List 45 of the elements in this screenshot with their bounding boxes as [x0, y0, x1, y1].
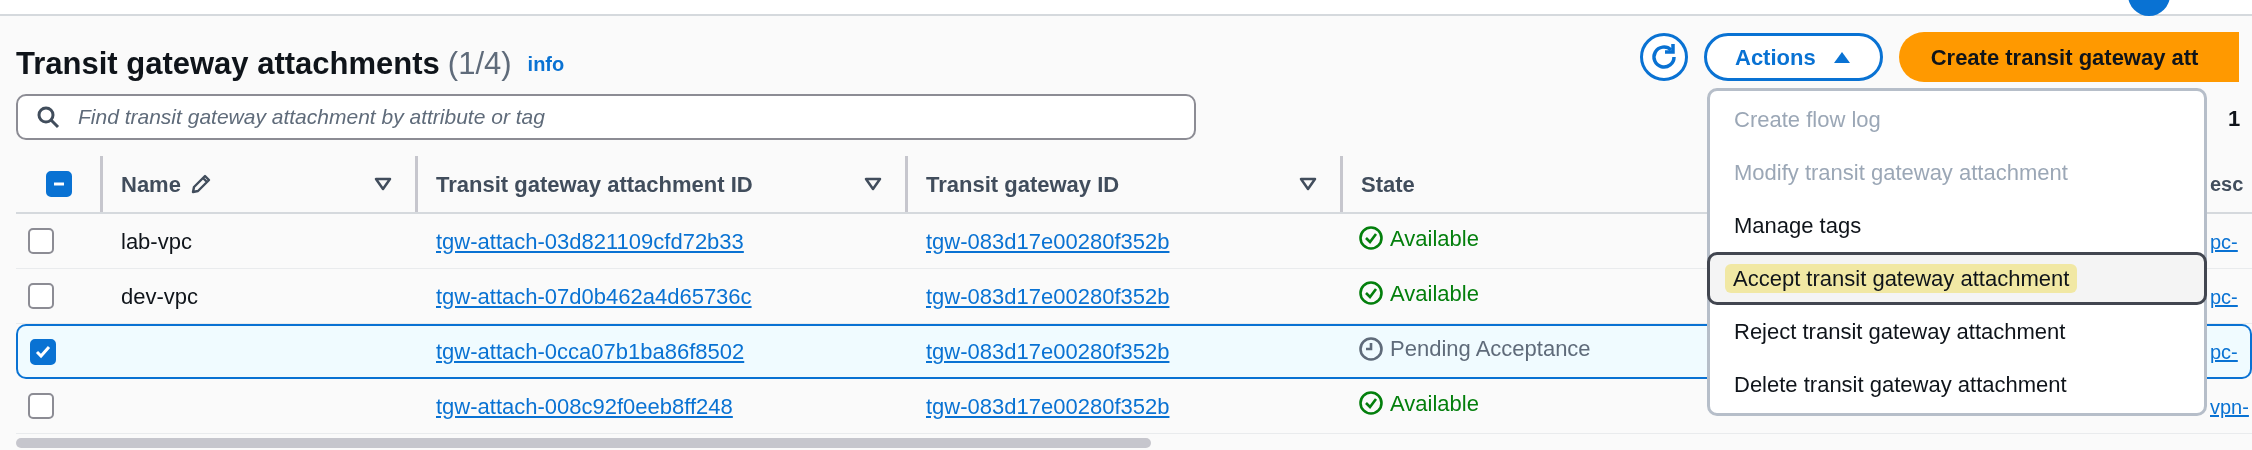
name-cell: dev-vpc: [121, 283, 199, 309]
status-text: Available: [1390, 279, 1479, 308]
check-circle-icon: [1358, 225, 1384, 252]
gateway-link[interactable]: tgw-083d17e00280f352b: [926, 283, 1170, 309]
gateway-link[interactable]: tgw-083d17e00280f352b: [926, 228, 1170, 254]
status-text: Available: [1390, 389, 1479, 418]
gateway-link[interactable]: tgw-083d17e00280f352b: [926, 393, 1170, 419]
check-circle-icon: [1358, 280, 1384, 307]
sort-icon[interactable]: [373, 176, 393, 192]
checkbox[interactable]: [28, 283, 54, 309]
menu-item[interactable]: Reject transit gateway attachment: [1710, 305, 2204, 358]
column-header: State: [1361, 170, 1415, 199]
actions-button[interactable]: Actions: [1704, 33, 1883, 81]
status-text: Available: [1390, 224, 1479, 253]
column-header: esc: [2210, 172, 2244, 197]
refresh-button[interactable]: [1640, 33, 1688, 81]
page-title: Transit gateway attachments: [16, 44, 440, 83]
sort-icon[interactable]: [863, 176, 883, 192]
resource-link[interactable]: pc-: [2210, 285, 2238, 308]
checkbox[interactable]: [46, 171, 72, 197]
resource-link[interactable]: vpn-: [2210, 395, 2249, 418]
clock-icon: [1358, 335, 1384, 362]
resource-link[interactable]: pc-: [2210, 230, 2238, 253]
sort-icon[interactable]: [1298, 176, 1318, 192]
selection-count: (1/4): [447, 44, 512, 83]
column-header[interactable]: Transit gateway attachment ID: [436, 167, 753, 201]
checkbox[interactable]: [30, 338, 56, 365]
attachment-link[interactable]: tgw-attach-008c92f0eeb8ff248: [436, 393, 733, 419]
scrollbar[interactable]: [16, 438, 1151, 448]
status-text: Pending Acceptance: [1390, 335, 1591, 364]
checkbox[interactable]: [28, 228, 54, 254]
column-header[interactable]: Transit gateway ID: [926, 167, 1120, 201]
info-link[interactable]: info: [527, 49, 565, 79]
name-cell: lab-vpc: [121, 228, 192, 254]
checkbox[interactable]: [28, 393, 54, 419]
page-number[interactable]: 1: [2228, 102, 2241, 135]
create-button[interactable]: Create transit gateway att: [1898, 32, 2239, 82]
menu-item[interactable]: Delete transit gateway attachment: [1710, 358, 2204, 411]
search-field[interactable]: Find transit gateway attachment by attribute or tag: [16, 94, 1196, 140]
menu-item[interactable]: Accept transit gateway attachment: [1707, 252, 2207, 305]
attachment-link[interactable]: tgw-attach-03d821109cfd72b33: [436, 228, 744, 254]
attachment-link[interactable]: tgw-attach-07d0b462a4d65736c: [436, 283, 752, 309]
check-circle-icon: [1358, 390, 1384, 417]
column-header[interactable]: Name: [121, 167, 181, 201]
menu-item[interactable]: Manage tags: [1710, 199, 2204, 252]
